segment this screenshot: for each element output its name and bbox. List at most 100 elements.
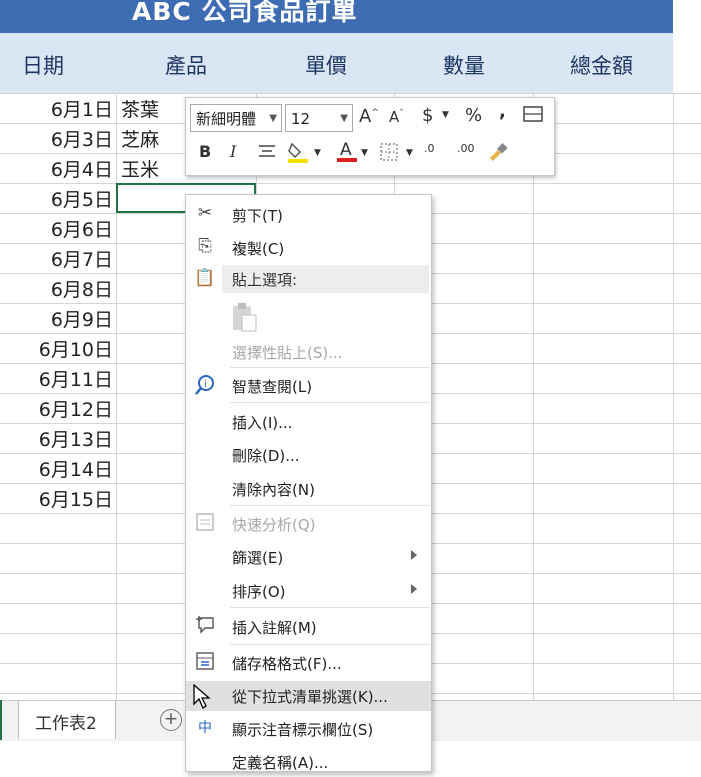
menu-separator bbox=[230, 402, 430, 403]
menu-item-insert-comment[interactable]: 插入註解(M) bbox=[186, 612, 431, 642]
cell-date[interactable]: 6月8日 bbox=[0, 275, 113, 305]
cell-date[interactable]: 6月15日 bbox=[0, 485, 113, 515]
cell-date[interactable]: 6月11日 bbox=[0, 365, 113, 395]
menu-item-paste-special[interactable]: 選擇性貼上(S)... bbox=[186, 337, 431, 367]
grid-vline bbox=[673, 93, 674, 700]
menu-separator bbox=[230, 367, 430, 368]
chevron-down-icon[interactable]: ▼ bbox=[442, 110, 449, 120]
mini-toolbar: 新細明體 ▼ 12 ▼ A^ Aˇ $ ▼ % , B I ▼ A ▼ ▼ .0… bbox=[185, 97, 555, 176]
cell-date[interactable]: 6月4日 bbox=[0, 155, 113, 185]
menu-item-label: 插入(I)... bbox=[232, 414, 293, 432]
cell-date[interactable]: 6月10日 bbox=[0, 335, 113, 365]
menu-item-pick-from-list[interactable]: 從下拉式清單挑選(K)... bbox=[186, 681, 431, 711]
cell-date[interactable]: 6月3日 bbox=[0, 125, 113, 155]
active-sheet-indicator bbox=[0, 700, 2, 740]
sheet-tab-label: 工作表2 bbox=[35, 714, 97, 734]
menu-item-cut[interactable]: ✂ 剪下(T) bbox=[186, 200, 431, 230]
percent-icon[interactable]: % bbox=[465, 105, 482, 126]
menu-item-label: 刪除(D)... bbox=[232, 447, 300, 465]
menu-item-label: 複製(C) bbox=[232, 240, 285, 258]
paste-options-label: 貼上選項: bbox=[232, 271, 298, 289]
menu-item-sort[interactable]: 排序(O) bbox=[186, 576, 431, 606]
grid-hline bbox=[0, 93, 701, 94]
cell-date[interactable]: 6月1日 bbox=[0, 95, 113, 125]
submenu-arrow-icon bbox=[411, 584, 417, 594]
grid-vline bbox=[533, 93, 534, 700]
header-date: 日期 bbox=[22, 54, 64, 78]
menu-item-delete[interactable]: 刪除(D)... bbox=[186, 440, 431, 470]
decrease-font-icon[interactable]: Aˇ bbox=[389, 108, 404, 126]
menu-item-label: 快速分析(Q) bbox=[232, 516, 316, 534]
merge-icon[interactable] bbox=[523, 104, 543, 129]
borders-icon[interactable] bbox=[379, 142, 399, 167]
add-sheet-icon[interactable]: + bbox=[160, 709, 182, 731]
chevron-down-icon[interactable]: ▼ bbox=[406, 148, 413, 158]
font-name-value: 新細明體 bbox=[196, 110, 257, 128]
menu-item-label: 清除內容(N) bbox=[232, 481, 315, 499]
cell-date[interactable]: 6月9日 bbox=[0, 305, 113, 335]
menu-item-label: 排序(O) bbox=[232, 583, 286, 601]
header-total: 總金額 bbox=[570, 54, 633, 78]
menu-item-label: 剪下(T) bbox=[232, 207, 283, 225]
bold-icon[interactable]: B bbox=[199, 142, 211, 161]
paste-clipboard-icon bbox=[230, 301, 258, 337]
cell-date[interactable]: 6月13日 bbox=[0, 425, 113, 455]
header-quantity: 數量 bbox=[443, 54, 485, 78]
cell-date[interactable]: 6月7日 bbox=[0, 245, 113, 275]
menu-item-filter[interactable]: 篩選(E) bbox=[186, 542, 431, 572]
menu-item-label: 顯示注音標示欄位(S) bbox=[232, 721, 374, 739]
font-size-value: 12 bbox=[291, 110, 311, 128]
chevron-down-icon: ▼ bbox=[340, 113, 348, 124]
menu-item-label: 插入註解(M) bbox=[232, 619, 317, 637]
increase-decimal-icon[interactable]: .0 bbox=[424, 142, 435, 155]
menu-separator bbox=[230, 607, 430, 608]
submenu-arrow-icon bbox=[411, 550, 417, 560]
mouse-cursor-icon bbox=[193, 683, 211, 714]
menu-item-smart-lookup[interactable]: i 智慧查閱(L) bbox=[186, 371, 431, 401]
chevron-down-icon[interactable]: ▼ bbox=[361, 148, 368, 158]
format-cells-icon bbox=[194, 651, 216, 673]
svg-text:A: A bbox=[340, 140, 352, 160]
fill-color-icon[interactable] bbox=[286, 140, 310, 169]
paste-icon: 📋 bbox=[194, 268, 216, 288]
menu-item-define-name[interactable]: 定義名稱(A)... bbox=[186, 747, 431, 777]
menu-item-label: 從下拉式清單挑選(K)... bbox=[232, 688, 388, 706]
decrease-decimal-icon[interactable]: .00 bbox=[457, 142, 475, 155]
cell-date[interactable]: 6月5日 bbox=[0, 185, 113, 215]
cell-product[interactable]: 茶葉 bbox=[121, 95, 159, 125]
font-size-select[interactable]: 12 ▼ bbox=[285, 104, 353, 132]
menu-item-label: 篩選(E) bbox=[232, 549, 284, 567]
sheet-title: ABC 公司食品訂單 bbox=[132, 0, 358, 26]
quick-analysis-icon bbox=[194, 512, 216, 534]
menu-separator bbox=[230, 644, 430, 645]
cell-date[interactable]: 6月12日 bbox=[0, 395, 113, 425]
paste-option-button[interactable] bbox=[186, 299, 431, 333]
cell-date[interactable]: 6月14日 bbox=[0, 455, 113, 485]
paste-options-header: 貼上選項: bbox=[222, 265, 429, 293]
comma-icon[interactable]: , bbox=[499, 101, 506, 122]
context-menu: ✂ 剪下(T) ⎘ 複製(C) 📋 貼上選項: 選擇性貼上(S)... i 智慧… bbox=[185, 194, 432, 772]
menu-item-insert[interactable]: 插入(I)... bbox=[186, 407, 431, 437]
menu-item-clear[interactable]: 清除內容(N) bbox=[186, 474, 431, 504]
increase-font-icon[interactable]: A^ bbox=[359, 106, 379, 127]
chevron-down-icon: ▼ bbox=[269, 113, 277, 124]
menu-item-copy[interactable]: ⎘ 複製(C) bbox=[186, 233, 431, 263]
cell-product[interactable]: 玉米 bbox=[121, 155, 159, 185]
menu-item-format-cells[interactable]: 儲存格格式(F)... bbox=[186, 648, 431, 678]
sheet-tab[interactable]: 工作表2 bbox=[18, 701, 116, 739]
svg-text:i: i bbox=[204, 379, 207, 390]
chevron-down-icon[interactable]: ▼ bbox=[314, 148, 321, 158]
cell-date[interactable]: 6月6日 bbox=[0, 215, 113, 245]
font-name-select[interactable]: 新細明體 ▼ bbox=[190, 104, 282, 132]
italic-icon[interactable]: I bbox=[230, 142, 236, 161]
currency-icon[interactable]: $ bbox=[422, 105, 433, 126]
format-painter-icon[interactable] bbox=[486, 140, 510, 169]
cell-product[interactable]: 芝麻 bbox=[121, 125, 159, 155]
smart-lookup-icon: i bbox=[194, 374, 216, 396]
align-center-icon[interactable] bbox=[257, 144, 277, 165]
menu-item-quick-analysis[interactable]: 快速分析(Q) bbox=[186, 509, 431, 539]
menu-item-paste-options: 📋 貼上選項: bbox=[186, 265, 431, 295]
font-color-icon[interactable]: A bbox=[336, 138, 358, 169]
menu-item-phonetic[interactable]: 中 顯示注音標示欄位(S) bbox=[186, 714, 431, 744]
header-unit-price: 單價 bbox=[305, 54, 347, 78]
